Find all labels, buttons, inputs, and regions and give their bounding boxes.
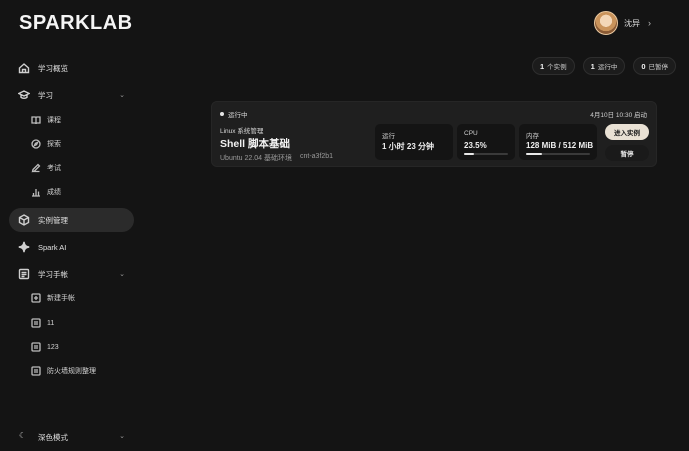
memory-usage-fill [526,153,542,155]
sidebar-subitem-note[interactable]: 防火墙规则整理 [9,361,134,381]
sidebar-item-label: 学习概览 [38,63,68,73]
stat-count: 0 [641,61,646,71]
cube-icon [17,214,30,227]
sidebar-item-label: Spark AI [38,242,67,252]
theme-toggle[interactable]: ☾ 深色模式 ⌄ [9,426,134,446]
stat-label: 运行中 [597,64,618,71]
sidebar-subitem-label: 11 [47,319,55,327]
sidebar-subitem-note[interactable]: 123 [9,337,134,357]
memory-usage-bar [526,153,590,155]
stat-count: 1 [590,61,595,71]
instance-environment: Ubuntu 22.04 基础环境 cnt-a3f2b1 [220,153,333,163]
metric-label: 运行 [382,133,395,140]
start-time: 4月10日 10:30 启动 [590,112,647,119]
compass-icon [30,139,41,150]
chevron-down-icon[interactable]: ⌄ [119,270,125,278]
note-icon [30,342,41,353]
runtime-metric: 运行 1 小时 23 分钟 [375,124,453,160]
instance-card: 运行中 4月10日 10:30 启动 Linux 系统管理 Shell 脚本基础… [211,101,657,167]
sidebar-subitem-exam[interactable]: 考试 [9,158,134,178]
stat-count: 1 [540,61,545,71]
sidebar-item-notebook[interactable]: 学习手帐 ⌄ [9,262,134,286]
theme-label: 深色模式 [38,433,68,442]
plus-square-icon [30,293,41,304]
book-icon [30,115,41,126]
user-menu[interactable]: 沈异 › [594,11,651,35]
stat-label: 已暂停 [648,64,669,71]
sidebar-item-spark-ai[interactable]: Spark AI [9,235,134,259]
sidebar-subitem-note[interactable]: 11 [9,313,134,333]
bar-chart-icon [30,187,41,198]
instance-stats: 1 个实例 1 运行中 0 已暂停 [532,57,677,75]
sidebar-subitem-label: 新建手帐 [47,295,75,302]
sidebar-item-instances[interactable]: 实例管理 [9,208,134,232]
status-text: 运行中 [228,112,248,119]
sparkle-icon [17,241,30,254]
stat-paused: 0 已暂停 [633,57,677,75]
cpu-usage-bar [464,153,508,155]
course-name: Linux 系统管理 [220,128,264,135]
brand-logo[interactable]: SPARKLAB [19,12,133,35]
sidebar-subitem-label: 防火墙规则整理 [47,368,96,375]
graduation-cap-icon [17,89,30,102]
stat-running: 1 运行中 [582,57,626,75]
sidebar-item-label: 学习 [38,90,53,100]
avatar[interactable] [594,11,618,35]
metric-label: 内存 [526,133,539,140]
sidebar-subitem-courses[interactable]: 课程 [9,110,134,130]
status-badge: 运行中 [220,109,248,119]
pencil-icon [30,163,41,174]
sidebar-item-study[interactable]: 学习 ⌄ [9,83,134,107]
sidebar-subitem-label: 探索 [47,141,61,148]
sidebar-subitem-label: 成绩 [47,189,61,196]
sidebar-subitem-label: 课程 [47,117,61,124]
home-icon [17,62,30,75]
metric-label: CPU [464,130,478,137]
notebook-icon [17,268,30,281]
instance-title: Shell 脚本基础 [220,138,291,150]
instance-id: cnt-a3f2b1 [299,153,334,160]
memory-metric: 内存 128 MiB / 512 MiB [519,124,597,160]
stat-total: 1 个实例 [532,57,575,75]
stat-label: 个实例 [547,64,567,71]
sidebar-subitem-explore[interactable]: 探索 [9,134,134,154]
sidebar-subitem-new-notebook[interactable]: 新建手帐 [9,288,134,308]
status-dot-icon [220,112,224,116]
chevron-down-icon: ⌄ [119,433,125,440]
sidebar-subitem-label: 考试 [47,165,61,172]
metric-value: 23.5% [464,141,487,150]
sidebar-subitem-label: 123 [47,343,59,351]
chevron-down-icon[interactable]: ⌄ [119,91,125,99]
cpu-metric: CPU 23.5% [457,124,515,160]
enter-instance-button[interactable]: 进入实例 [605,124,649,140]
cpu-usage-fill [464,153,475,155]
moon-icon: ☾ [19,431,27,440]
user-name: 沈异 [624,18,640,28]
sidebar-subitem-grades[interactable]: 成绩 [9,182,134,202]
sidebar-item-label: 实例管理 [38,215,68,225]
note-icon [30,318,41,329]
metric-value: 128 MiB / 512 MiB [526,141,594,150]
pause-button[interactable]: 暂停 [605,145,649,161]
note-icon [30,366,41,377]
sidebar-item-overview[interactable]: 学习概览 [9,56,134,80]
environment-name: Ubuntu 22.04 基础环境 [220,155,292,162]
metric-value: 1 小时 23 分钟 [382,142,435,151]
chevron-right-icon: › [648,18,651,28]
sidebar-item-label: 学习手帐 [38,269,68,279]
